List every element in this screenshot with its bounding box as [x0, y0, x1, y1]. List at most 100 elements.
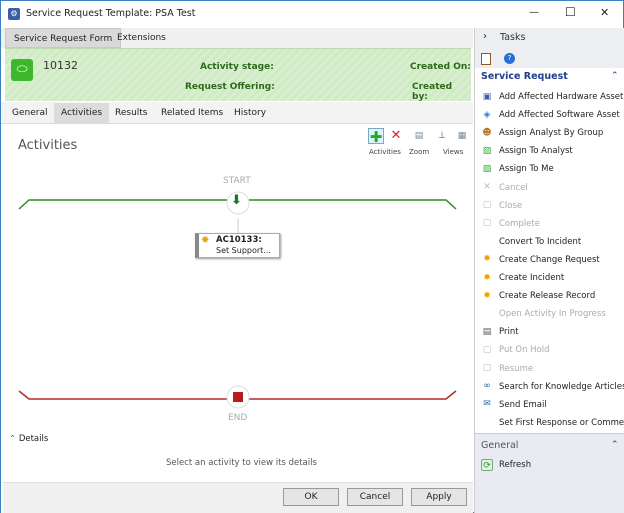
email-icon: ✉ [483, 399, 491, 410]
remove-activity-icon[interactable]: ✕ [388, 128, 404, 144]
task-label: Print [499, 327, 519, 338]
blank-icon [481, 308, 493, 320]
task-item[interactable]: ✸ Create Incident [481, 269, 564, 287]
task-item: ✕ Cancel [481, 179, 528, 197]
task-item: Open Activity In Progress [481, 305, 606, 323]
refresh-icon: ⟳ [481, 458, 493, 471]
created-on-label: Created On: [410, 62, 471, 72]
add-activity-icon[interactable]: ✚ [368, 128, 384, 145]
service-request-icon: ⬭ [11, 59, 33, 81]
printer-icon: ▤ [482, 326, 492, 337]
task-item[interactable]: Set First Response or Comment [481, 414, 624, 432]
apply-button[interactable]: Apply [411, 488, 467, 506]
task-label: Complete [499, 218, 540, 229]
created-by-label: Created by: [412, 82, 453, 102]
close-icon: ▢ [482, 200, 492, 211]
tab-service-request-form[interactable]: Service Request Form [5, 28, 122, 48]
task-item[interactable]: ▨ Assign To Me [481, 160, 554, 178]
tab-results[interactable]: Results [108, 103, 155, 124]
app-icon: ⚙ [8, 8, 20, 20]
tab-extensions[interactable]: Extensions [109, 28, 174, 48]
task-label: Assign To Me [499, 164, 554, 175]
complete-icon: ▢ [482, 218, 492, 229]
sun-icon: ✸ [201, 235, 210, 246]
tasks-title: Tasks [500, 32, 526, 43]
task-label: Send Email [499, 399, 547, 410]
close-button[interactable]: ✕ [600, 6, 609, 19]
hold-icon: ▢ [482, 344, 492, 355]
task-item[interactable]: Convert To Incident [481, 233, 581, 251]
activities-heading: Activities [18, 138, 78, 153]
resume-icon: ▢ [482, 363, 492, 373]
task-item: ▢ Put On Hold [481, 341, 550, 359]
task-label: Add Affected Hardware Asset [499, 92, 624, 102]
window-title: Service Request Template: PSA Test [26, 8, 196, 19]
tasks-header [475, 28, 624, 68]
ok-button[interactable]: OK [283, 488, 339, 506]
task-item[interactable]: ∞ Search for Knowledge Articles [481, 378, 624, 396]
task-label: Add Affected Software Asset [499, 110, 620, 121]
cancel-icon: ✕ [483, 182, 491, 192]
task-item[interactable]: ✉ Send Email [481, 396, 547, 414]
title-bar: ⚙ Service Request Template: PSA Test — ☐… [1, 1, 623, 28]
view-vertical-icon[interactable]: ⊥ [434, 128, 450, 144]
maximize-button[interactable]: ☐ [565, 5, 576, 19]
view-grid-icon[interactable]: ▦ [454, 128, 470, 144]
clipboard-icon[interactable] [481, 53, 491, 65]
tab-related-items[interactable]: Related Items [154, 103, 230, 124]
refresh-label: Refresh [499, 460, 532, 470]
details-label: Details [18, 434, 49, 444]
task-item: ▢ Complete [481, 215, 540, 233]
hardware-icon: ▣ [482, 91, 492, 102]
task-label: Create Change Request [499, 254, 600, 265]
form-pane: Service Request Form Extensions ⬭ 10132 … [1, 28, 473, 513]
task-item[interactable]: ✸ Create Release Record [481, 287, 595, 305]
cancel-button[interactable]: Cancel [347, 488, 403, 506]
task-label: Put On Hold [499, 345, 550, 356]
help-icon[interactable]: ? [504, 53, 515, 64]
end-label: END [228, 413, 248, 423]
task-label: Assign Analyst By Group [499, 128, 604, 139]
task-label: Create Incident [499, 273, 565, 283]
task-label: Convert To Incident [499, 236, 582, 247]
task-label: Open Activity In Progress [499, 309, 606, 320]
toolbar-label-zoom: Zoom [409, 148, 430, 156]
collapse-tasks-icon[interactable]: › [483, 31, 487, 42]
activity-title: Set Support... [216, 246, 271, 255]
toolbar-label-activities: Activities [369, 148, 401, 156]
collapse-section-icon[interactable]: ⌃ [611, 71, 619, 81]
task-item[interactable]: ☻ Assign Analyst By Group [481, 124, 603, 142]
collapse-general-icon[interactable]: ⌃ [611, 440, 619, 450]
task-label: Cancel [499, 182, 528, 193]
details-hint: Select an activity to view its details [166, 458, 317, 468]
activity-stage-label: Activity stage: [200, 62, 274, 72]
general-section: General ⌃ ⟳ Refresh [475, 433, 624, 513]
task-label: Search for Knowledge Articles [499, 381, 624, 392]
tab-activities[interactable]: Activities [54, 103, 110, 124]
record-id: 10132 [43, 59, 78, 72]
minimize-button[interactable]: — [529, 7, 539, 18]
task-item[interactable]: ▤ Print [481, 323, 519, 341]
general-section-title: General [481, 440, 519, 451]
task-item[interactable]: ✸ Create Change Request [481, 251, 600, 269]
software-icon: ◈ [483, 109, 491, 120]
binoculars-icon: ∞ [483, 381, 491, 392]
zoom-icon[interactable]: ▤ [411, 128, 427, 144]
blank-icon [481, 235, 493, 247]
service-request-window: ⚙ Service Request Template: PSA Test — ☐… [0, 0, 624, 513]
service-request-section-title: Service Request [481, 71, 568, 82]
request-offering-label: Request Offering: [185, 82, 275, 92]
details-toggle[interactable]: ⌃ Details [9, 434, 48, 444]
tab-general[interactable]: General [5, 103, 54, 124]
end-stop-icon [233, 392, 243, 402]
task-item[interactable]: ▣ Add Affected Hardware Asset [481, 88, 624, 106]
task-item[interactable]: ▨ Assign To Analyst [481, 142, 573, 160]
assign-icon: ▨ [482, 163, 492, 174]
task-refresh[interactable]: ⟳ Refresh [481, 456, 531, 474]
toolbar-label-views: Views [443, 148, 464, 156]
sun-icon: ✸ [483, 254, 491, 265]
task-item[interactable]: ◈ Add Affected Software Asset [481, 106, 620, 124]
activity-card[interactable]: ✸ AC10133: Set Support... [195, 233, 280, 258]
task-item: ▢ Resume [481, 360, 533, 378]
tab-history[interactable]: History [227, 103, 273, 124]
